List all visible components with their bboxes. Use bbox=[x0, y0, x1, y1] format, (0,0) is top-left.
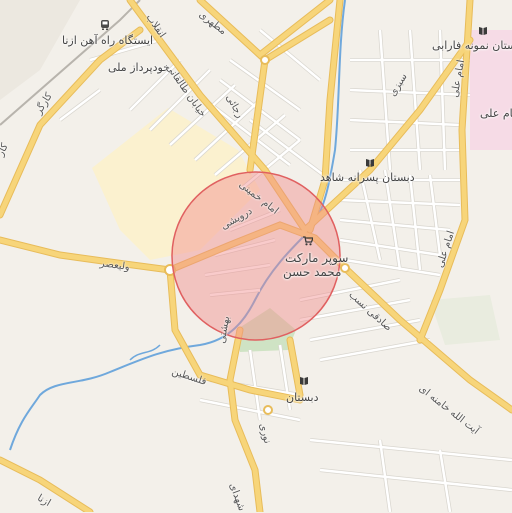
rail-yard bbox=[0, 0, 80, 100]
shop-icon[interactable] bbox=[303, 236, 313, 246]
station-label[interactable]: ایستگاه راه آهن ازنا bbox=[62, 35, 153, 47]
supermarket-label-line1[interactable]: سوپر مارکت bbox=[285, 252, 348, 264]
roundabout-east bbox=[340, 263, 350, 273]
map-view[interactable]: ایستگاه راه آهن ازنا خودپرداز ملی دبستان… bbox=[0, 0, 512, 512]
school-icon[interactable] bbox=[478, 26, 488, 36]
train-icon[interactable] bbox=[100, 20, 110, 30]
school-shahed-label[interactable]: دبستان پسرانه شاهد bbox=[320, 172, 415, 184]
school-farabi-label[interactable]: دبستان نمونه فارابی bbox=[432, 40, 512, 52]
school-bottom-label[interactable]: دبستان bbox=[286, 392, 319, 404]
supermarket-label-line2[interactable]: محمد حسن bbox=[283, 266, 341, 278]
roundabout-south bbox=[263, 405, 273, 415]
field-area bbox=[430, 295, 500, 345]
roundabout-north bbox=[260, 55, 270, 65]
school-icon[interactable] bbox=[365, 158, 375, 168]
map-canvas bbox=[0, 0, 512, 512]
imam-ali-place-label[interactable]: امام علی bbox=[480, 108, 512, 120]
atm-label[interactable]: خودپرداز ملی bbox=[108, 62, 170, 74]
school-icon[interactable] bbox=[299, 376, 309, 386]
